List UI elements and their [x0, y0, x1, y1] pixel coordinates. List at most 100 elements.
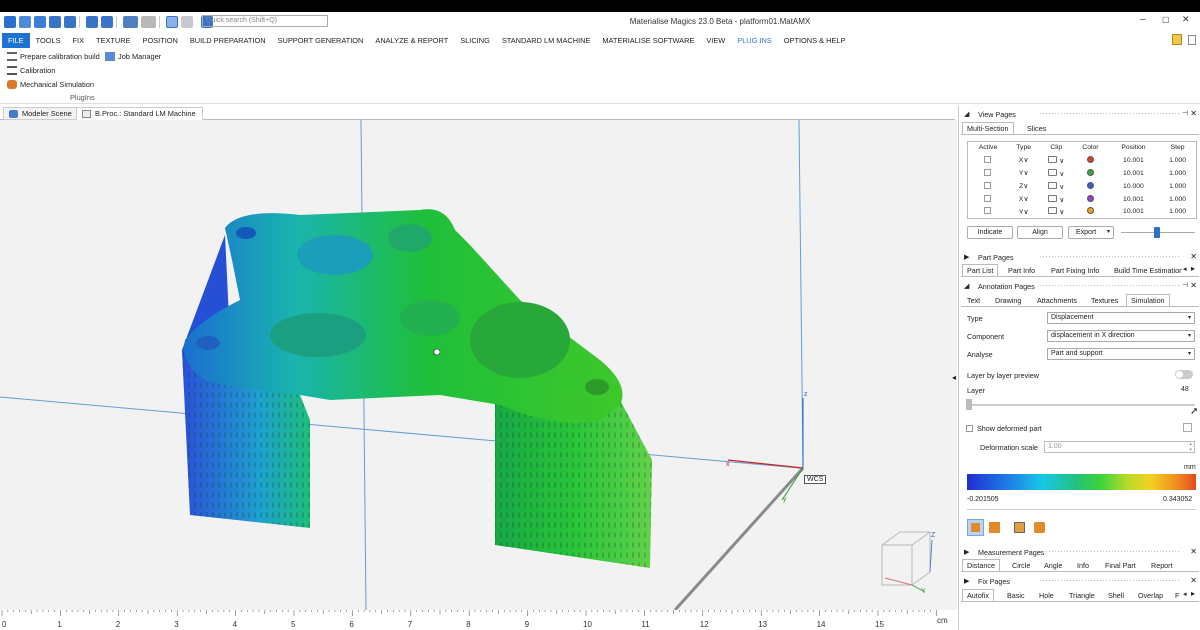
menu-fix[interactable]: FIX — [67, 33, 91, 48]
open-file-icon[interactable] — [34, 15, 46, 28]
close-icon[interactable]: ✕ — [1190, 109, 1197, 118]
menu-support-generation[interactable]: SUPPORT GENERATION — [272, 33, 370, 48]
deformation-scale-input[interactable]: 1.00 ▴ ▾ — [1044, 441, 1195, 453]
tab-standard-lm-machine[interactable]: B.Proc.: Standard LM Machine — [76, 107, 203, 120]
step-slider-handle[interactable] — [1154, 227, 1160, 238]
close-icon[interactable]: ✕ — [1190, 576, 1197, 585]
minimize-button[interactable]: – — [1140, 14, 1146, 25]
expand-icon[interactable]: ▶ — [964, 253, 969, 261]
redo-icon[interactable] — [141, 15, 156, 28]
fix-pages-header[interactable]: ▶ Fix Pages ✕ — [959, 575, 1200, 587]
menu-slicing[interactable]: SLICING — [454, 33, 496, 48]
tab-part-list[interactable]: Part List — [962, 264, 999, 276]
tab-modeler-scene[interactable]: Modeler Scene — [3, 107, 79, 120]
close-button[interactable]: ✕ — [1182, 14, 1190, 25]
orientation-cube[interactable] — [881, 531, 933, 593]
table-row[interactable]: X∨ ∨ 10.001 1.000 — [968, 154, 1197, 167]
menu-tools[interactable]: TOOLS — [30, 33, 67, 48]
active-checkbox[interactable] — [968, 154, 1008, 167]
color-cell[interactable] — [1073, 154, 1108, 167]
position-cell[interactable]: 10.001 — [1108, 206, 1159, 219]
clip-cell[interactable]: ∨ — [1039, 180, 1073, 193]
layer-preview-toggle[interactable] — [1175, 370, 1193, 379]
table-row[interactable]: Z∨ ∨ 10.000 1.000 — [968, 180, 1197, 193]
expand-icon[interactable]: ▶ — [964, 577, 969, 585]
collapse-icon[interactable]: ◢ — [964, 110, 969, 118]
undo-icon[interactable] — [123, 15, 138, 28]
part-pages-header[interactable]: ▶ Part Pages ✕ — [959, 251, 1200, 263]
position-cell[interactable]: 10.000 — [1108, 180, 1159, 193]
menu-build-preparation[interactable]: BUILD PREPARATION — [184, 33, 272, 48]
position-cell[interactable]: 10.001 — [1108, 193, 1159, 206]
close-icon[interactable]: ✕ — [1190, 281, 1197, 290]
import-icon[interactable] — [86, 15, 98, 28]
type-cell[interactable]: X∨ — [1008, 193, 1039, 206]
menu-texture[interactable]: TEXTURE — [90, 33, 137, 48]
tab-multi-section[interactable]: Multi-Section — [962, 122, 1014, 134]
type-cell[interactable]: Y∨ — [1008, 206, 1039, 219]
step-cell[interactable]: 1.000 — [1159, 167, 1196, 180]
spinner-icon[interactable]: ▴ ▾ — [1189, 441, 1192, 453]
clip-cell[interactable]: ∨ — [1039, 206, 1073, 219]
calibration-button[interactable]: Calibration — [7, 66, 55, 75]
export-simulation-icon[interactable] — [1034, 522, 1045, 533]
color-cell[interactable] — [1073, 193, 1108, 206]
menu-standard-lm-machine[interactable]: STANDARD LM MACHINE — [496, 33, 597, 48]
active-checkbox[interactable] — [968, 206, 1008, 219]
align-button[interactable]: Align — [1017, 226, 1063, 239]
color-cell[interactable] — [1073, 180, 1108, 193]
job-manager-button[interactable]: Job Manager — [105, 52, 161, 61]
tab-scroll-left-icon[interactable]: ◂ — [1183, 265, 1187, 273]
clip-cell[interactable]: ∨ — [1039, 154, 1073, 167]
layer-slider[interactable] — [967, 404, 1195, 406]
collapse-icon[interactable]: ◢ — [964, 282, 969, 290]
type-select[interactable]: Displacement ▾ — [1047, 312, 1195, 324]
menu-view[interactable]: VIEW — [700, 33, 731, 48]
annotation-pages-header[interactable]: ◢ Annotation Pages ⊣ ✕ — [959, 280, 1200, 292]
layer-slider-handle[interactable] — [966, 399, 972, 410]
step-cell[interactable]: 1.000 — [1159, 206, 1196, 219]
tab-autofix[interactable]: Autofix — [962, 589, 994, 601]
zoom-simulation-icon[interactable] — [1014, 522, 1025, 533]
show-deformed-checkbox[interactable] — [966, 425, 973, 434]
restore-button[interactable]: ▢ — [1162, 15, 1170, 24]
component-select[interactable]: displacement in X direction ▾ — [1047, 330, 1195, 342]
new-file-icon[interactable] — [19, 15, 31, 28]
save-all-icon[interactable] — [64, 15, 76, 28]
measurement-pages-header[interactable]: ▶ Measurement Pages ✕ — [959, 546, 1200, 558]
color-cell[interactable] — [1073, 167, 1108, 180]
expand-icon[interactable]: ▶ — [964, 548, 969, 556]
clip-cell[interactable]: ∨ — [1039, 193, 1073, 206]
remove-simulation-icon[interactable] — [989, 522, 1000, 533]
step-cell[interactable]: 1.000 — [1159, 154, 1196, 167]
step-cell[interactable]: 1.000 — [1159, 180, 1196, 193]
mechanical-simulation-button[interactable]: Mechanical Simulation — [7, 80, 94, 89]
position-cell[interactable]: 10.001 — [1108, 154, 1159, 167]
menu-options-help[interactable]: OPTIONS & HELP — [778, 33, 852, 48]
deform-settings-icon[interactable] — [1183, 423, 1192, 432]
tab-distance[interactable]: Distance — [962, 559, 1000, 571]
table-row[interactable]: Y∨ ∨ 10.001 1.000 — [968, 206, 1197, 219]
clipboard-icon[interactable] — [1172, 34, 1182, 45]
export-button[interactable]: Export ▾ — [1068, 226, 1114, 239]
indicate-button[interactable]: Indicate — [967, 226, 1013, 239]
deselect-icon[interactable] — [181, 15, 193, 28]
type-cell[interactable]: X∨ — [1008, 154, 1039, 167]
prepare-calibration-build-button[interactable]: Prepare calibration build — [7, 52, 100, 61]
tab-simulation[interactable]: Simulation — [1126, 294, 1170, 306]
pin-icon[interactable]: ⊣ — [1182, 109, 1188, 117]
table-row[interactable]: Y∨ ∨ 10.001 1.000 — [968, 167, 1197, 180]
position-cell[interactable]: 10.001 — [1108, 167, 1159, 180]
pin-icon[interactable]: ⊣ — [1182, 281, 1188, 289]
view-pages-header[interactable]: ◢ View Pages ⊣ ✕ — [959, 108, 1200, 120]
tab-scroll-left-icon[interactable]: ◂ — [1183, 590, 1187, 598]
color-cell[interactable] — [1073, 206, 1108, 219]
panel-splitter-arrow-icon[interactable]: ◂ — [952, 373, 956, 382]
tab-scroll-right-icon[interactable]: ▸ — [1191, 589, 1195, 598]
save-icon[interactable] — [49, 15, 61, 28]
select-icon[interactable] — [166, 15, 178, 28]
menu-position[interactable]: POSITION — [137, 33, 184, 48]
menu-file[interactable]: FILE — [2, 33, 30, 48]
close-icon[interactable]: ✕ — [1190, 252, 1197, 261]
menu-materialise-software[interactable]: MATERIALISE SOFTWARE — [596, 33, 700, 48]
